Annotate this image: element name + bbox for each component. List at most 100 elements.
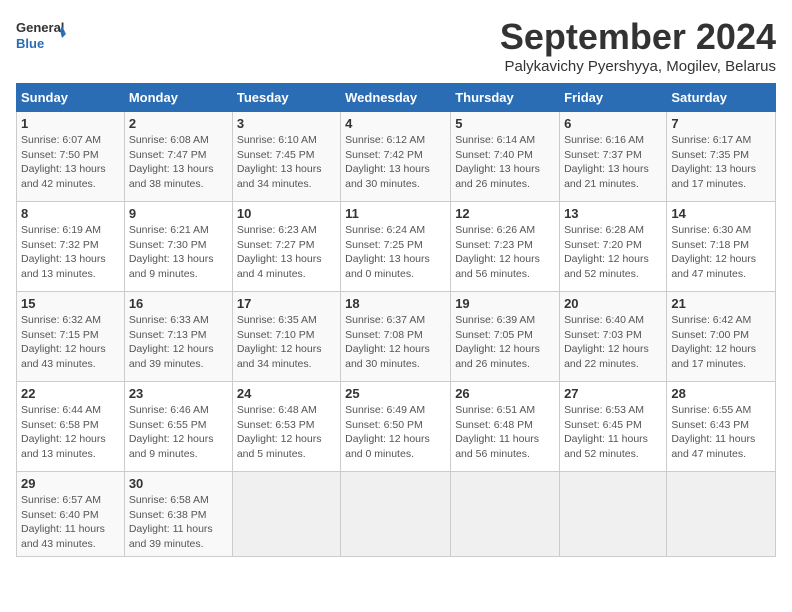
day-info: Sunrise: 6:42 AM Sunset: 7:00 PM Dayligh… [671,313,771,372]
svg-text:General: General [16,20,64,35]
calendar-cell [451,472,560,557]
day-number: 9 [129,206,228,221]
day-number: 16 [129,296,228,311]
day-info: Sunrise: 6:33 AM Sunset: 7:13 PM Dayligh… [129,313,228,372]
calendar-cell: 24Sunrise: 6:48 AM Sunset: 6:53 PM Dayli… [232,382,340,472]
calendar-cell: 19 Sunrise: 6:39 AM Sunset: 7:05 PM Dayli… [451,292,560,382]
day-info: Sunrise: 6:26 AM Sunset: 7:23 PM Dayligh… [455,223,555,282]
calendar-cell [341,472,451,557]
day-number: 25 [345,386,446,401]
day-number: 14 [671,206,771,221]
month-title: September 2024 [500,16,776,58]
calendar-cell: 30 Sunrise: 6:58 AM Sunset: 6:38 PM Dayli… [124,472,232,557]
day-info: Sunrise: 6:07 AM Sunset: 7:50 PM Dayligh… [21,133,120,192]
day-info: Sunrise: 6:19 AM Sunset: 7:32 PM Dayligh… [21,223,120,282]
calendar-cell: 13Sunrise: 6:28 AM Sunset: 7:20 PM Dayli… [560,202,667,292]
day-info: Sunrise: 6:58 AM Sunset: 6:38 PM Dayligh… [129,493,228,552]
day-info: Sunrise: 6:49 AM Sunset: 6:50 PM Dayligh… [345,403,446,462]
day-number: 7 [671,116,771,131]
day-header-friday: Friday [560,84,667,112]
day-header-sunday: Sunday [17,84,125,112]
day-info: Sunrise: 6:57 AM Sunset: 6:40 PM Dayligh… [21,493,120,552]
day-number: 27 [564,386,662,401]
day-info: Sunrise: 6:08 AM Sunset: 7:47 PM Dayligh… [129,133,228,192]
calendar-cell: 18 Sunrise: 6:37 AM Sunset: 7:08 PM Dayli… [341,292,451,382]
title-area: September 2024 Palykavichy Pyershyya, Mo… [500,16,776,75]
day-info: Sunrise: 6:17 AM Sunset: 7:35 PM Dayligh… [671,133,771,192]
page-header: General Blue September 2024 Palykavichy … [16,16,776,75]
logo: General Blue [16,16,66,60]
day-info: Sunrise: 6:28 AM Sunset: 7:20 PM Dayligh… [564,223,662,282]
calendar-cell: 14 Sunrise: 6:30 AM Sunset: 7:18 PM Dayli… [667,202,776,292]
calendar-cell: 5 Sunrise: 6:14 AM Sunset: 7:40 PM Daylig… [451,112,560,202]
calendar-cell: 8 Sunrise: 6:19 AM Sunset: 7:32 PM Daylig… [17,202,125,292]
day-number: 10 [237,206,336,221]
calendar-cell: 6Sunrise: 6:16 AM Sunset: 7:37 PM Daylig… [560,112,667,202]
day-info: Sunrise: 6:51 AM Sunset: 6:48 PM Dayligh… [455,403,555,462]
calendar-week-3: 15Sunrise: 6:32 AM Sunset: 7:15 PM Dayli… [17,292,776,382]
calendar-cell: 4 Sunrise: 6:12 AM Sunset: 7:42 PM Daylig… [341,112,451,202]
calendar-header-row: SundayMondayTuesdayWednesdayThursdayFrid… [17,84,776,112]
calendar-cell: 2Sunrise: 6:08 AM Sunset: 7:47 PM Daylig… [124,112,232,202]
calendar-cell: 20 Sunrise: 6:40 AM Sunset: 7:03 PM Dayli… [560,292,667,382]
calendar-cell [667,472,776,557]
day-number: 18 [345,296,446,311]
calendar-week-4: 22Sunrise: 6:44 AM Sunset: 6:58 PM Dayli… [17,382,776,472]
calendar-week-5: 29 Sunrise: 6:57 AM Sunset: 6:40 PM Dayli… [17,472,776,557]
day-header-thursday: Thursday [451,84,560,112]
day-info: Sunrise: 6:10 AM Sunset: 7:45 PM Dayligh… [237,133,336,192]
day-info: Sunrise: 6:48 AM Sunset: 6:53 PM Dayligh… [237,403,336,462]
day-info: Sunrise: 6:55 AM Sunset: 6:43 PM Dayligh… [671,403,771,462]
calendar-cell: 9 Sunrise: 6:21 AM Sunset: 7:30 PM Daylig… [124,202,232,292]
calendar-cell: 28Sunrise: 6:55 AM Sunset: 6:43 PM Dayli… [667,382,776,472]
day-info: Sunrise: 6:24 AM Sunset: 7:25 PM Dayligh… [345,223,446,282]
location-subtitle: Palykavichy Pyershyya, Mogilev, Belarus [500,58,776,75]
logo-svg: General Blue [16,16,66,60]
calendar-cell: 22Sunrise: 6:44 AM Sunset: 6:58 PM Dayli… [17,382,125,472]
calendar-cell: 26 Sunrise: 6:51 AM Sunset: 6:48 PM Dayli… [451,382,560,472]
day-info: Sunrise: 6:30 AM Sunset: 7:18 PM Dayligh… [671,223,771,282]
calendar-cell: 11 Sunrise: 6:24 AM Sunset: 7:25 PM Dayli… [341,202,451,292]
day-info: Sunrise: 6:21 AM Sunset: 7:30 PM Dayligh… [129,223,228,282]
calendar-cell: 27Sunrise: 6:53 AM Sunset: 6:45 PM Dayli… [560,382,667,472]
day-info: Sunrise: 6:46 AM Sunset: 6:55 PM Dayligh… [129,403,228,462]
day-number: 19 [455,296,555,311]
calendar-cell: 10Sunrise: 6:23 AM Sunset: 7:27 PM Dayli… [232,202,340,292]
svg-text:Blue: Blue [16,36,44,51]
calendar-cell: 16 Sunrise: 6:33 AM Sunset: 7:13 PM Dayli… [124,292,232,382]
calendar-cell: 7 Sunrise: 6:17 AM Sunset: 7:35 PM Daylig… [667,112,776,202]
day-number: 30 [129,476,228,491]
calendar-cell: 21Sunrise: 6:42 AM Sunset: 7:00 PM Dayli… [667,292,776,382]
calendar-cell [232,472,340,557]
day-header-tuesday: Tuesday [232,84,340,112]
calendar-table: SundayMondayTuesdayWednesdayThursdayFrid… [16,83,776,557]
day-header-saturday: Saturday [667,84,776,112]
day-number: 20 [564,296,662,311]
day-number: 1 [21,116,120,131]
calendar-week-1: 1 Sunrise: 6:07 AM Sunset: 7:50 PM Daylig… [17,112,776,202]
day-info: Sunrise: 6:32 AM Sunset: 7:15 PM Dayligh… [21,313,120,372]
day-number: 29 [21,476,120,491]
calendar-cell [560,472,667,557]
day-info: Sunrise: 6:40 AM Sunset: 7:03 PM Dayligh… [564,313,662,372]
calendar-cell: 25 Sunrise: 6:49 AM Sunset: 6:50 PM Dayli… [341,382,451,472]
day-number: 23 [129,386,228,401]
day-number: 3 [237,116,336,131]
day-number: 5 [455,116,555,131]
day-number: 11 [345,206,446,221]
calendar-cell: 15Sunrise: 6:32 AM Sunset: 7:15 PM Dayli… [17,292,125,382]
day-number: 26 [455,386,555,401]
day-number: 8 [21,206,120,221]
day-number: 4 [345,116,446,131]
calendar-cell: 12 Sunrise: 6:26 AM Sunset: 7:23 PM Dayli… [451,202,560,292]
day-info: Sunrise: 6:14 AM Sunset: 7:40 PM Dayligh… [455,133,555,192]
calendar-cell: 3 Sunrise: 6:10 AM Sunset: 7:45 PM Daylig… [232,112,340,202]
day-number: 6 [564,116,662,131]
calendar-cell: 23 Sunrise: 6:46 AM Sunset: 6:55 PM Dayli… [124,382,232,472]
day-number: 12 [455,206,555,221]
calendar-week-2: 8 Sunrise: 6:19 AM Sunset: 7:32 PM Daylig… [17,202,776,292]
day-info: Sunrise: 6:12 AM Sunset: 7:42 PM Dayligh… [345,133,446,192]
day-info: Sunrise: 6:37 AM Sunset: 7:08 PM Dayligh… [345,313,446,372]
day-header-monday: Monday [124,84,232,112]
day-info: Sunrise: 6:39 AM Sunset: 7:05 PM Dayligh… [455,313,555,372]
